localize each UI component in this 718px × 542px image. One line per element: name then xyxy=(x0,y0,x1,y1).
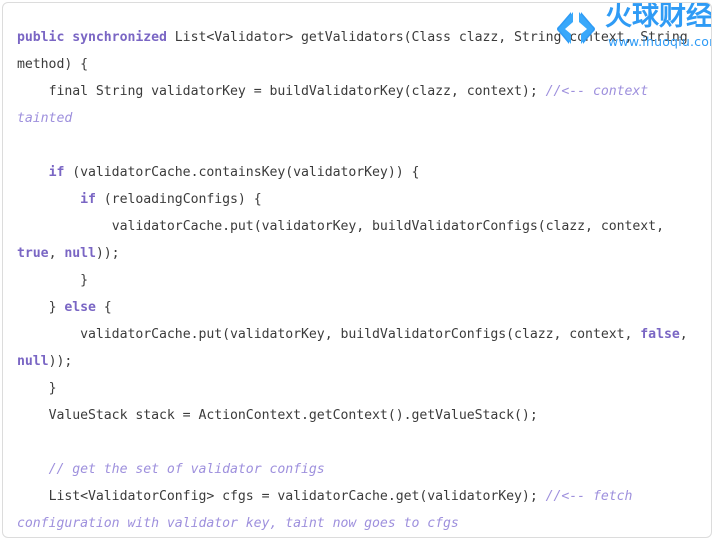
code-block[interactable]: public synchronized List<Validator> getV… xyxy=(17,24,705,537)
code-keyword: null xyxy=(17,354,49,370)
code-keyword: true xyxy=(17,246,49,262)
code-text: (reloadingConfigs) { xyxy=(95,192,262,208)
code-line: validatorCache.put(validatorKey, buildVa… xyxy=(17,321,705,375)
code-keyword: null xyxy=(64,246,96,262)
code-text: )); xyxy=(95,246,120,262)
code-line: } xyxy=(17,267,705,294)
code-text: validatorCache.put(validatorKey, buildVa… xyxy=(17,327,641,343)
code-text: { xyxy=(95,300,112,316)
code-text: validatorCache.put(validatorKey, buildVa… xyxy=(17,219,672,235)
code-text: List<ValidatorConfig> cfgs = validatorCa… xyxy=(17,489,546,505)
code-line: // get the set of validator configs xyxy=(17,456,705,483)
code-keyword: if xyxy=(48,165,65,181)
code-text: final String validatorKey = buildValidat… xyxy=(17,84,546,100)
code-comment: // get the set of validator configs xyxy=(48,462,325,478)
code-line: if (reloadingConfigs) { xyxy=(17,186,705,213)
code-line: } else { xyxy=(17,294,705,321)
code-text: } xyxy=(17,300,65,316)
code-line: if (validatorCache.containsKey(validator… xyxy=(17,159,705,186)
code-keyword: false xyxy=(640,327,680,343)
code-text: , xyxy=(679,327,696,343)
code-text: } xyxy=(17,381,57,397)
code-text: ValueStack stack = ActionContext.getCont… xyxy=(17,408,538,424)
code-keyword: public synchronized xyxy=(17,30,167,46)
code-text: (validatorCache.containsKey(validatorKey… xyxy=(64,165,420,181)
code-line: final String validatorKey = buildValidat… xyxy=(17,78,705,132)
code-snippet-panel: public synchronized List<Validator> getV… xyxy=(2,2,712,538)
code-line: public synchronized List<Validator> getV… xyxy=(17,24,705,78)
code-line: ValueStack stack = ActionContext.getCont… xyxy=(17,402,705,429)
code-text: )); xyxy=(48,354,73,370)
code-line: } xyxy=(17,375,705,402)
code-keyword: else xyxy=(64,300,96,316)
code-keyword: if xyxy=(80,192,96,208)
code-line: validatorCache.put(validatorKey, buildVa… xyxy=(17,213,705,267)
code-line: List<ValidatorConfig> cfgs = validatorCa… xyxy=(17,483,705,537)
code-text: , xyxy=(48,246,65,262)
code-text: } xyxy=(17,273,89,289)
